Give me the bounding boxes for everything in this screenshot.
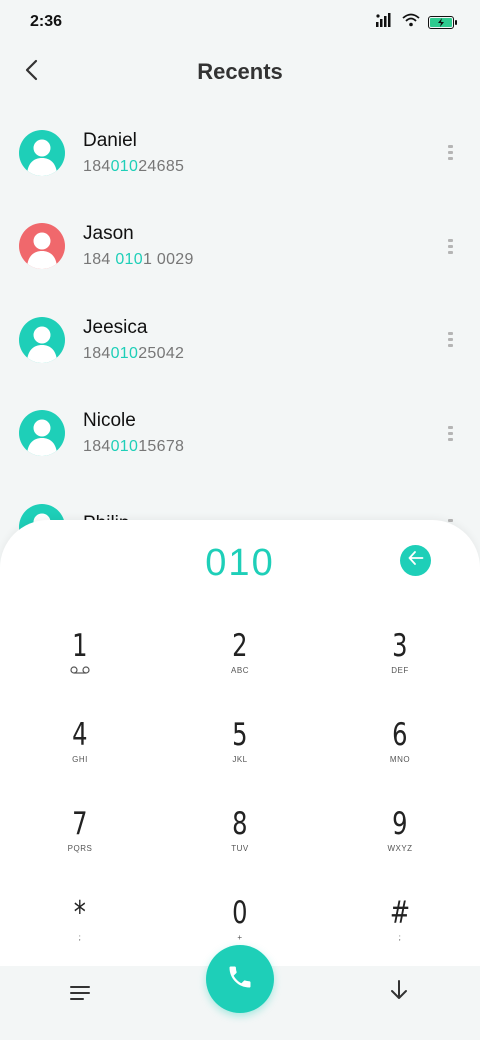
key-2[interactable]: 2 ABC bbox=[160, 628, 320, 717]
more-options-button[interactable] bbox=[442, 326, 458, 354]
avatar bbox=[19, 129, 65, 176]
contact-row[interactable]: Daniel 18401024685 bbox=[0, 106, 480, 200]
key-5[interactable]: 5 JKL bbox=[160, 717, 320, 806]
contact-row[interactable]: Nicole 18401015678 bbox=[0, 387, 480, 481]
avatar bbox=[19, 316, 65, 363]
page-title: Recents bbox=[197, 59, 283, 84]
key-3[interactable]: 3 DEF bbox=[320, 628, 480, 717]
voicemail-icon bbox=[70, 664, 90, 676]
call-button[interactable] bbox=[206, 945, 274, 1013]
key-7[interactable]: 7 PQRS bbox=[0, 806, 160, 895]
key-9[interactable]: 9 WXYZ bbox=[320, 806, 480, 895]
contact-row[interactable]: Jason 184 0101 0029 bbox=[0, 200, 480, 294]
key-8[interactable]: 8 TUV bbox=[160, 806, 320, 895]
contact-name: Daniel bbox=[83, 129, 137, 151]
more-options-button[interactable] bbox=[442, 139, 458, 167]
contact-name: Jeesica bbox=[83, 316, 148, 338]
signal-icon bbox=[376, 12, 394, 32]
backspace-arrow-icon bbox=[408, 551, 424, 570]
more-options-button[interactable] bbox=[442, 419, 458, 447]
status-bar: 2:36 bbox=[0, 0, 480, 44]
contact-name: Nicole bbox=[83, 410, 136, 432]
contact-number: 18401015678 bbox=[83, 438, 185, 456]
phone-icon bbox=[226, 963, 254, 996]
key-4[interactable]: 4 GHI bbox=[0, 717, 160, 806]
header: Recents bbox=[0, 44, 480, 100]
collapse-dialpad-button[interactable] bbox=[386, 978, 412, 1006]
contact-name: Jason bbox=[83, 223, 134, 245]
wifi-icon bbox=[402, 13, 420, 32]
key-1[interactable]: 1 bbox=[0, 628, 160, 717]
status-icons bbox=[376, 12, 457, 32]
contact-row[interactable]: Jeesica 18401025042 bbox=[0, 293, 480, 387]
status-time: 2:36 bbox=[30, 13, 63, 30]
battery-charging-icon bbox=[428, 15, 457, 29]
person-icon bbox=[27, 326, 57, 363]
menu-button[interactable] bbox=[66, 980, 96, 1006]
person-icon bbox=[27, 419, 57, 457]
chevron-left-icon bbox=[24, 58, 40, 87]
person-icon bbox=[27, 232, 57, 270]
contact-number: 18401025042 bbox=[83, 344, 185, 362]
recents-list: Daniel 18401024685 Jason 184 0101 0029 J… bbox=[0, 106, 480, 574]
avatar bbox=[19, 410, 65, 457]
contact-number: 18401024685 bbox=[83, 157, 185, 175]
more-options-button[interactable] bbox=[442, 232, 458, 260]
keypad: 1 2 ABC 3 DEF 4 GHI 5 JKL 6 MNO 7 PQRS 8… bbox=[0, 628, 480, 984]
contact-number: 184 0101 0029 bbox=[83, 251, 194, 269]
arrow-down-icon bbox=[389, 979, 409, 1006]
person-icon bbox=[27, 139, 57, 176]
menu-icon bbox=[70, 986, 90, 988]
backspace-button[interactable] bbox=[400, 545, 431, 576]
avatar bbox=[19, 223, 65, 270]
back-button[interactable] bbox=[12, 52, 52, 92]
key-6[interactable]: 6 MNO bbox=[320, 717, 480, 806]
